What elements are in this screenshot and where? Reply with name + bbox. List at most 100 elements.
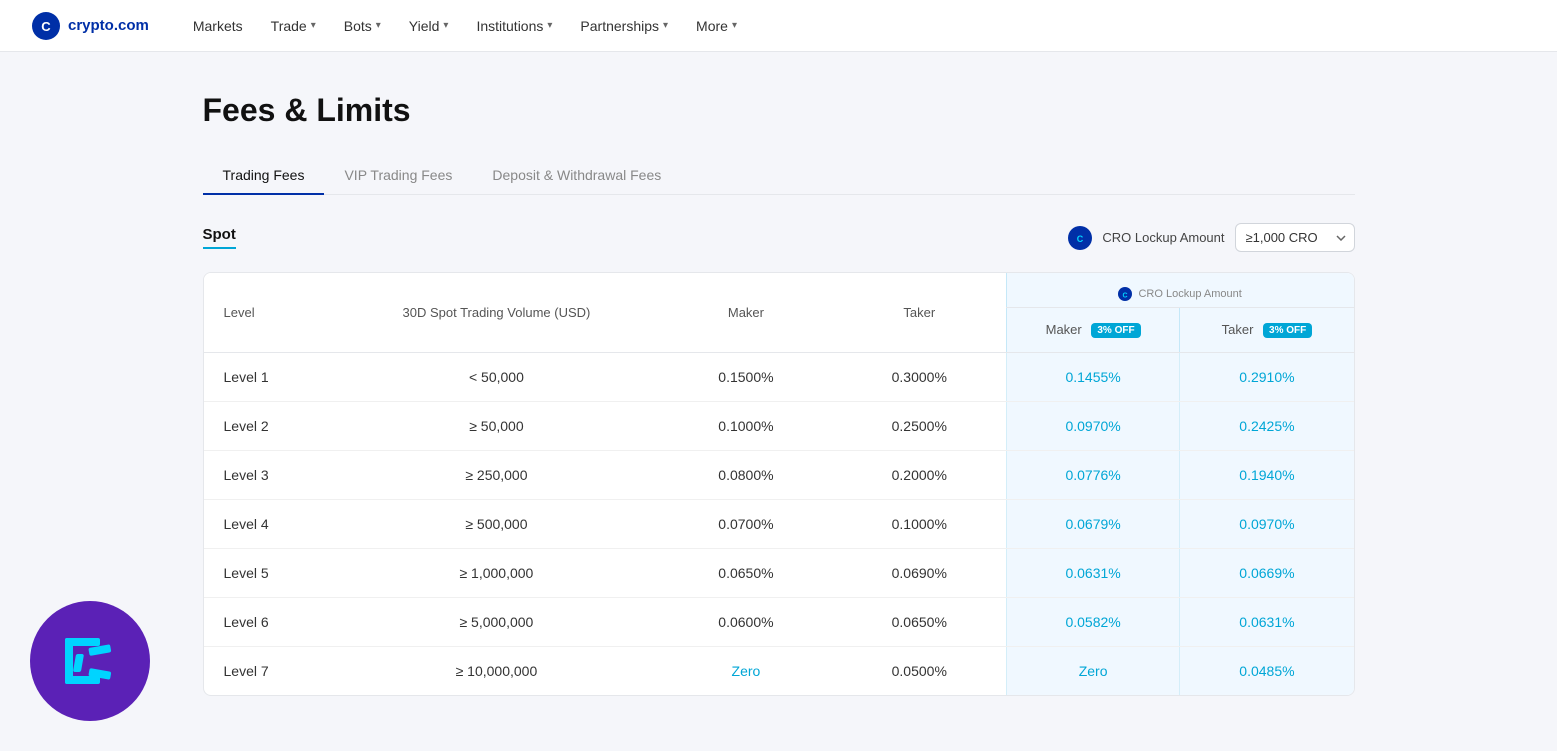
cell-taker: 0.1000% (833, 500, 1007, 549)
tab-deposit-withdrawal-fees[interactable]: Deposit & Withdrawal Fees (472, 157, 681, 195)
floating-logo-icon (55, 626, 125, 696)
cell-maker-cro: 0.0582% (1006, 598, 1180, 647)
main-content: Fees & Limits Trading Fees VIP Trading F… (179, 52, 1379, 736)
cell-taker-cro: 0.0631% (1180, 598, 1354, 647)
tab-trading-fees[interactable]: Trading Fees (203, 157, 325, 195)
cell-taker-cro: 0.0970% (1180, 500, 1354, 549)
chevron-down-icon: ▾ (311, 20, 316, 31)
chevron-down-icon: ▾ (547, 20, 552, 31)
table-row: Level 6 ≥ 5,000,000 0.0600% 0.0650% 0.05… (204, 598, 1354, 647)
cro-icon: C (1068, 226, 1092, 250)
nav-partnerships[interactable]: Partnerships ▾ (568, 12, 680, 40)
cro-small-icon: C (1118, 287, 1132, 301)
maker-cro-badge: 3% OFF (1091, 323, 1140, 338)
cell-volume: ≥ 500,000 (334, 500, 659, 549)
logo-icon: C (32, 12, 60, 40)
cell-volume: < 50,000 (334, 353, 659, 402)
cell-taker: 0.0650% (833, 598, 1007, 647)
cell-maker-cro: 0.1455% (1006, 353, 1180, 402)
fees-table-wrapper: Level 30D Spot Trading Volume (USD) Make… (203, 272, 1355, 696)
chevron-down-icon: ▾ (663, 20, 668, 31)
cell-maker-cro: 0.0679% (1006, 500, 1180, 549)
cell-level: Level 7 (204, 647, 334, 696)
cell-taker-cro: 0.2425% (1180, 402, 1354, 451)
nav-bots[interactable]: Bots ▾ (332, 12, 393, 40)
cell-taker: 0.0690% (833, 549, 1007, 598)
nav-markets[interactable]: Markets (181, 12, 255, 40)
cell-maker: Zero (659, 647, 833, 696)
navbar: C crypto.com Markets Trade ▾ Bots ▾ Yiel… (0, 0, 1557, 52)
chevron-down-icon: ▾ (732, 20, 737, 31)
cell-volume: ≥ 250,000 (334, 451, 659, 500)
cell-taker: 0.3000% (833, 353, 1007, 402)
cell-maker: 0.0650% (659, 549, 833, 598)
col-header-taker: Taker (833, 273, 1007, 353)
cell-maker: 0.0600% (659, 598, 833, 647)
col-header-level: Level (204, 273, 334, 353)
cell-maker: 0.1500% (659, 353, 833, 402)
cell-level: Level 3 (204, 451, 334, 500)
nav-yield[interactable]: Yield ▾ (397, 12, 461, 40)
nav-trade[interactable]: Trade ▾ (259, 12, 328, 40)
table-row: Level 5 ≥ 1,000,000 0.0650% 0.0690% 0.06… (204, 549, 1354, 598)
tab-vip-trading-fees[interactable]: VIP Trading Fees (324, 157, 472, 195)
logo-link[interactable]: C crypto.com (32, 12, 149, 40)
cell-maker-cro: Zero (1006, 647, 1180, 696)
page-title: Fees & Limits (203, 92, 1355, 129)
col-header-taker-cro: Taker 3% OFF (1180, 308, 1354, 353)
nav-items: Markets Trade ▾ Bots ▾ Yield ▾ Instituti… (181, 12, 749, 40)
svg-text:C: C (1123, 293, 1128, 300)
table-row: Level 4 ≥ 500,000 0.0700% 0.1000% 0.0679… (204, 500, 1354, 549)
cell-taker: 0.0500% (833, 647, 1007, 696)
sub-header: Spot C CRO Lockup Amount ≥1,000 CRO ≥10,… (203, 223, 1355, 252)
spot-label: Spot (203, 226, 236, 249)
table-row: Level 3 ≥ 250,000 0.0800% 0.2000% 0.0776… (204, 451, 1354, 500)
svg-text:C: C (1077, 234, 1084, 244)
cell-taker-cro: 0.0669% (1180, 549, 1354, 598)
cell-level: Level 1 (204, 353, 334, 402)
cell-maker: 0.0800% (659, 451, 833, 500)
col-header-cro-group: C CRO Lockup Amount (1006, 273, 1353, 308)
cell-taker-cro: 0.1940% (1180, 451, 1354, 500)
chevron-down-icon: ▾ (376, 20, 381, 31)
cell-volume: ≥ 5,000,000 (334, 598, 659, 647)
cro-lockup-controls: C CRO Lockup Amount ≥1,000 CRO ≥10,000 C… (1068, 223, 1354, 252)
table-row: Level 7 ≥ 10,000,000 Zero 0.0500% Zero 0… (204, 647, 1354, 696)
cro-lockup-label: CRO Lockup Amount (1102, 230, 1224, 245)
taker-cro-badge: 3% OFF (1263, 323, 1312, 338)
cell-maker-cro: 0.0631% (1006, 549, 1180, 598)
cell-volume: ≥ 50,000 (334, 402, 659, 451)
cell-volume: ≥ 10,000,000 (334, 647, 659, 696)
cell-maker: 0.1000% (659, 402, 833, 451)
cell-volume: ≥ 1,000,000 (334, 549, 659, 598)
fees-table: Level 30D Spot Trading Volume (USD) Make… (204, 273, 1354, 695)
cell-level: Level 4 (204, 500, 334, 549)
table-row: Level 2 ≥ 50,000 0.1000% 0.2500% 0.0970%… (204, 402, 1354, 451)
cell-maker-cro: 0.0776% (1006, 451, 1180, 500)
svg-text:C: C (41, 19, 51, 34)
cell-taker-cro: 0.0485% (1180, 647, 1354, 696)
logo-text: crypto.com (68, 17, 149, 34)
fees-tbody: Level 1 < 50,000 0.1500% 0.3000% 0.1455%… (204, 353, 1354, 696)
cell-maker-cro: 0.0970% (1006, 402, 1180, 451)
table-row: Level 1 < 50,000 0.1500% 0.3000% 0.1455%… (204, 353, 1354, 402)
col-header-volume: 30D Spot Trading Volume (USD) (334, 273, 659, 353)
cell-level: Level 5 (204, 549, 334, 598)
cell-maker: 0.0700% (659, 500, 833, 549)
cell-taker-cro: 0.2910% (1180, 353, 1354, 402)
tabs-bar: Trading Fees VIP Trading Fees Deposit & … (203, 157, 1355, 195)
nav-more[interactable]: More ▾ (684, 12, 749, 40)
col-header-maker: Maker (659, 273, 833, 353)
nav-institutions[interactable]: Institutions ▾ (464, 12, 564, 40)
col-header-maker-cro: Maker 3% OFF (1006, 308, 1180, 353)
cell-taker: 0.2500% (833, 402, 1007, 451)
cell-taker: 0.2000% (833, 451, 1007, 500)
cro-group-label: CRO Lockup Amount (1138, 288, 1241, 300)
cro-lockup-select[interactable]: ≥1,000 CRO ≥10,000 CRO ≥50,000 CRO (1235, 223, 1355, 252)
chevron-down-icon: ▾ (443, 20, 448, 31)
cell-level: Level 2 (204, 402, 334, 451)
floating-logo (30, 601, 150, 721)
table-header-row: Level 30D Spot Trading Volume (USD) Make… (204, 273, 1354, 308)
cro-logo-icon: C (1072, 230, 1088, 246)
cell-level: Level 6 (204, 598, 334, 647)
